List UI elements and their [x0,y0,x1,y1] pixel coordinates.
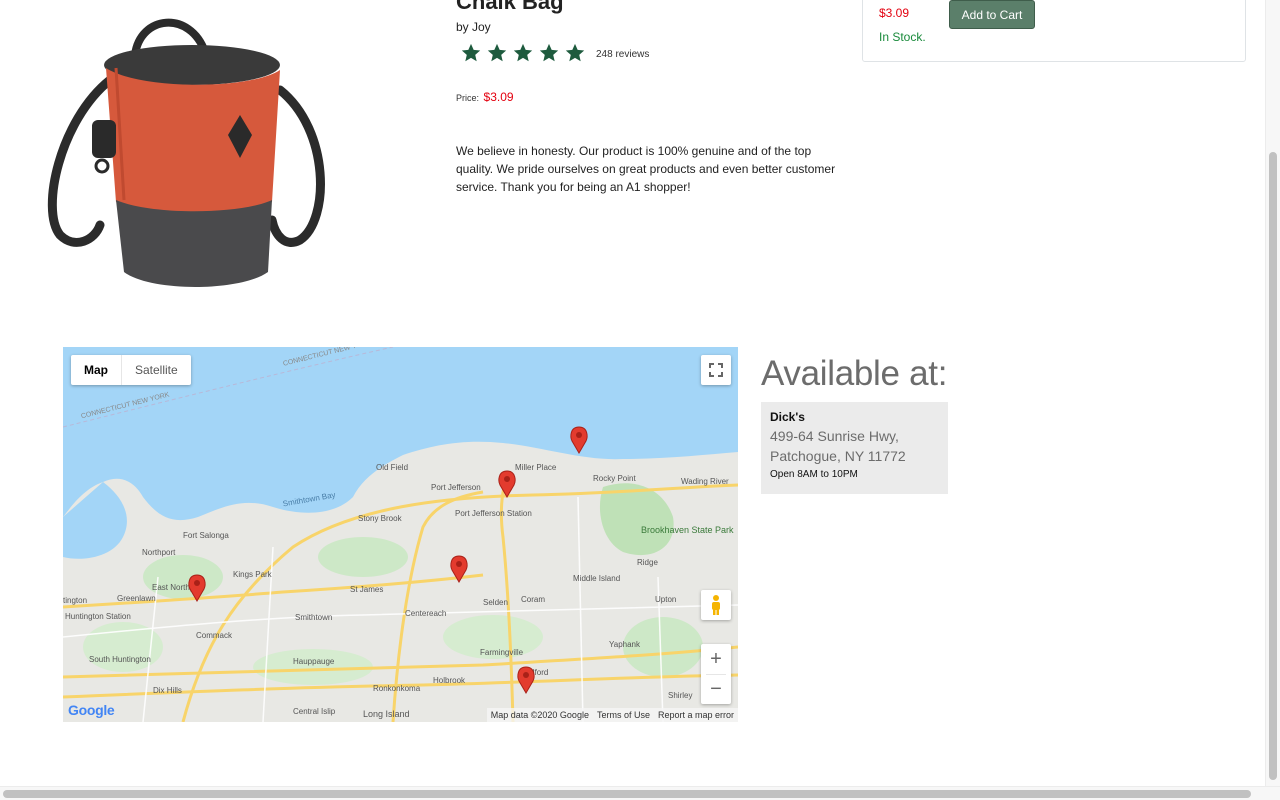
map-label: Ridge [637,558,658,567]
price-row: Price: $3.09 [456,90,514,104]
vertical-scrollbar[interactable] [1265,0,1280,786]
map-label: Coram [521,595,545,604]
star-icon [486,42,508,64]
map-label: Port Jefferson Station [455,509,532,518]
map-label: Stony Brook [358,514,403,523]
zoom-out-button[interactable]: − [701,674,731,704]
horizontal-scrollbar-thumb[interactable] [3,790,1251,798]
store-map[interactable]: CONNECTICUT NEW YORK CONNECTICUT NEW YOR… [63,347,738,722]
map-label: Upton [655,595,676,604]
map-label: Huntington Station [65,612,131,621]
map-label: Fort Salonga [183,531,229,540]
zoom-control: + − [701,644,731,704]
map-label: Farmingville [480,648,524,657]
store-address-line2: Patchogue, NY 11772 [770,448,906,464]
map-label: Dix Hills [153,686,182,695]
fullscreen-icon [709,363,723,377]
star-icon [564,42,586,64]
google-logo[interactable]: Google [68,702,115,718]
map-label: Centereach [405,609,446,618]
review-count[interactable]: 248 reviews [596,49,649,60]
horizontal-scrollbar[interactable] [0,786,1280,800]
map-label: South Huntington [89,655,151,664]
report-error-link[interactable]: Report a map error [658,710,734,720]
store-address-line1: 499-64 Sunrise Hwy, [770,428,899,444]
price-label: Price: [456,93,480,103]
map-label: Shirley [668,691,692,700]
map-type-satellite-button[interactable]: Satellite [122,355,191,385]
map-canvas[interactable]: CONNECTICUT NEW YORK CONNECTICUT NEW YOR… [63,347,738,722]
star-icon [512,42,534,64]
available-at-heading: Available at: [761,354,948,393]
stock-status: In Stock. [879,30,926,44]
map-label: Miller Place [515,463,557,472]
map-type-map-button[interactable]: Map [71,355,122,385]
map-label: Northport [142,548,176,557]
map-label: Commack [196,631,233,640]
map-label: Old Field [376,463,408,472]
product-title: Chalk Bag [456,0,564,14]
price-value: $3.09 [483,90,514,104]
product-description: We believe in honesty. Our product is 10… [456,144,836,194]
product-byline[interactable]: by Joy [456,20,491,34]
map-label: Greenlawn [117,594,156,603]
star-icon [460,42,482,64]
map-label: Hauppauge [293,657,335,666]
map-label: Ronkonkoma [373,684,421,693]
zoom-divider [706,674,726,675]
pegman-icon [712,595,720,615]
map-label: Long Island [363,709,410,719]
store-hours: Open 8AM to 10PM [770,469,858,480]
map-label: Selden [483,598,508,607]
map-label: Rocky Point [593,474,636,483]
street-view-button[interactable] [701,590,731,620]
add-to-cart-button[interactable]: Add to Cart [949,0,1035,29]
map-attribution: Map data ©2020 Google Terms of Use Repor… [486,708,738,722]
store-card[interactable]: Dick's 499-64 Sunrise Hwy, Patchogue, NY… [761,402,948,494]
map-label: Kings Park [233,570,273,579]
map-label: Holbrook [433,676,466,685]
map-label: Port Jefferson [431,483,481,492]
buy-box: $3.09 Add to Cart In Stock. [862,0,1246,62]
map-data-text: Map data ©2020 Google [490,710,589,720]
map-label: Central Islip [293,707,336,716]
star-icon [538,42,560,64]
rating-stars[interactable]: 248 reviews [460,42,649,64]
terms-link[interactable]: Terms of Use [597,710,650,720]
map-label: Wading River [681,477,729,486]
map-label: Yaphank [609,640,641,649]
fullscreen-button[interactable] [701,355,731,385]
product-image [40,10,330,300]
map-type-toggle: Map Satellite [71,355,191,385]
map-label: Middle Island [573,574,620,583]
map-label: Smithtown [295,613,332,622]
map-label: St James [350,585,383,594]
map-label: Brookhaven State Park [641,525,734,535]
vertical-scrollbar-thumb[interactable] [1269,152,1277,780]
map-label: tington [63,596,87,605]
store-name: Dick's [770,410,805,424]
google-logo-text: Google [68,702,115,718]
zoom-in-button[interactable]: + [701,644,731,674]
buy-box-price: $3.09 [879,6,910,20]
